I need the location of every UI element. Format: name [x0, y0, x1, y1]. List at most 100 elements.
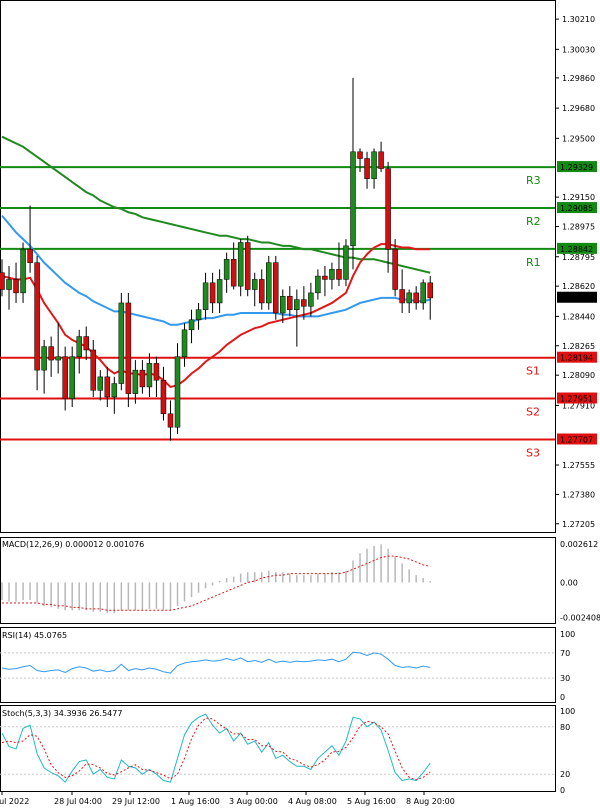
bull-candle — [308, 292, 314, 307]
level-tag-value: 1.27951 — [560, 395, 593, 404]
time-tick-label: 4 Aug 08:00 — [288, 797, 337, 806]
stoch-tick-label: 80 — [560, 723, 570, 732]
rsi-tick-label: 0 — [560, 693, 565, 702]
bear-candle — [413, 292, 419, 304]
bear-candle — [48, 346, 54, 361]
bull-candle — [420, 282, 426, 304]
level-label-s2: S2 — [526, 406, 540, 419]
bear-candle — [62, 356, 68, 399]
bull-candle — [223, 259, 230, 280]
bear-candle — [399, 289, 405, 304]
macd-tick-label: -0.002408 — [560, 614, 600, 623]
price-tick-label: 1.28975 — [562, 223, 595, 232]
price-tick-label: 1.28795 — [562, 253, 595, 262]
time-tick-label: 1 Aug 16:00 — [171, 797, 220, 806]
bull-candle — [237, 242, 244, 287]
bull-candle — [41, 346, 47, 371]
level-tag-value: 1.28194 — [560, 354, 593, 363]
bear-candle — [153, 363, 160, 381]
level-tag-value: 1.28842 — [560, 245, 593, 254]
bear-candle — [34, 262, 40, 371]
time-tick-label: 28 Jul 04:00 — [54, 797, 102, 806]
bull-candle — [111, 383, 118, 398]
price-tick-label: 1.29860 — [562, 74, 595, 83]
bear-candle — [244, 242, 251, 290]
bull-candle — [329, 269, 335, 280]
level-label-s1: S1 — [526, 365, 540, 378]
price-tick-label: 1.29150 — [562, 193, 595, 202]
bear-candle — [258, 279, 265, 304]
macd-tick-label: 0.002612 — [560, 540, 598, 549]
price-tick-label: 1.30210 — [562, 15, 595, 24]
bear-candle — [357, 151, 363, 159]
bear-candle — [209, 282, 216, 304]
bear-candle — [125, 302, 132, 394]
bull-candle — [118, 302, 125, 384]
bear-candle — [13, 279, 19, 294]
level-tag-value: 1.29329 — [560, 163, 593, 172]
bull-candle — [132, 369, 139, 394]
bull-candle — [69, 356, 75, 399]
price-tick-label: 1.27380 — [562, 490, 595, 499]
time-tick-label: 8 Aug 20:00 — [406, 797, 455, 806]
bull-candle — [20, 248, 26, 294]
bear-candle — [427, 282, 433, 299]
bear-candle — [167, 413, 174, 428]
bull-candle — [195, 309, 202, 320]
stoch-tick-label: 20 — [560, 770, 570, 779]
price-tick-label: 1.29500 — [562, 134, 595, 143]
bear-candle — [301, 299, 307, 307]
bull-candle — [181, 329, 188, 357]
price-tick-label: 1.29680 — [562, 104, 595, 113]
bull-candle — [315, 275, 321, 294]
bear-candle — [322, 275, 328, 280]
bull-candle — [55, 356, 61, 361]
bull-candle — [343, 245, 349, 280]
bull-candle — [280, 295, 286, 314]
bull-candle — [174, 356, 181, 428]
bear-candle — [364, 158, 370, 179]
level-label-r2: R2 — [526, 215, 541, 228]
level-label-r3: R3 — [526, 174, 541, 187]
rsi-label: RSI(14) 45.0765 — [2, 631, 67, 640]
rsi-tick-label: 30 — [560, 674, 570, 683]
level-tag-value: 1.29085 — [560, 204, 593, 213]
bear-candle — [27, 248, 33, 263]
bear-candle — [104, 376, 111, 398]
bull-candle — [216, 279, 223, 304]
bear-candle — [378, 151, 384, 169]
macd-tick-label: 0.00 — [560, 578, 578, 587]
bear-candle — [385, 168, 391, 250]
trading-chart: R3 R2 R1 S1 S2 S3 1.30210 1.30030 1.29860 1.2968… — [0, 0, 600, 810]
level-tag-value: 1.27707 — [560, 435, 593, 444]
bear-candle — [83, 336, 89, 351]
bear-candle — [392, 248, 398, 290]
bull-candle — [146, 363, 153, 388]
time-tick-label: 3 Aug 00:00 — [229, 797, 278, 806]
bull-candle — [406, 292, 412, 304]
level-label-r1: R1 — [526, 256, 541, 269]
macd-label: MACD(12,26,9) 0.000012 0.001076 — [2, 540, 144, 549]
price-tick-label: 1.27205 — [562, 520, 595, 529]
stoch-label: Stoch(5,3,3) 34.3936 26.5477 — [2, 709, 122, 718]
bear-candle — [287, 295, 293, 310]
bull-candle — [6, 279, 12, 290]
price-tick-label: 1.28090 — [562, 371, 595, 380]
bull-candle — [350, 151, 356, 247]
time-tick-label: 26 Jul 2022 — [0, 797, 29, 806]
rsi-tick-label: 100 — [560, 630, 575, 639]
price-tick-label: 1.28440 — [562, 312, 595, 321]
time-tick-label: 29 Jul 12:00 — [112, 797, 160, 806]
bear-candle — [273, 262, 279, 314]
stoch-tick-label: 100 — [560, 707, 575, 716]
bull-candle — [266, 262, 272, 304]
bear-candle — [139, 369, 146, 388]
time-tick-label: 5 Aug 16:00 — [347, 797, 396, 806]
bear-candle — [0, 272, 5, 290]
bull-candle — [202, 282, 209, 310]
bear-candle — [336, 269, 342, 280]
current-price-value: 1.28551 — [560, 294, 593, 303]
bull-candle — [251, 279, 258, 290]
price-tick-label: 1.30030 — [562, 45, 595, 54]
bull-candle — [294, 299, 300, 310]
